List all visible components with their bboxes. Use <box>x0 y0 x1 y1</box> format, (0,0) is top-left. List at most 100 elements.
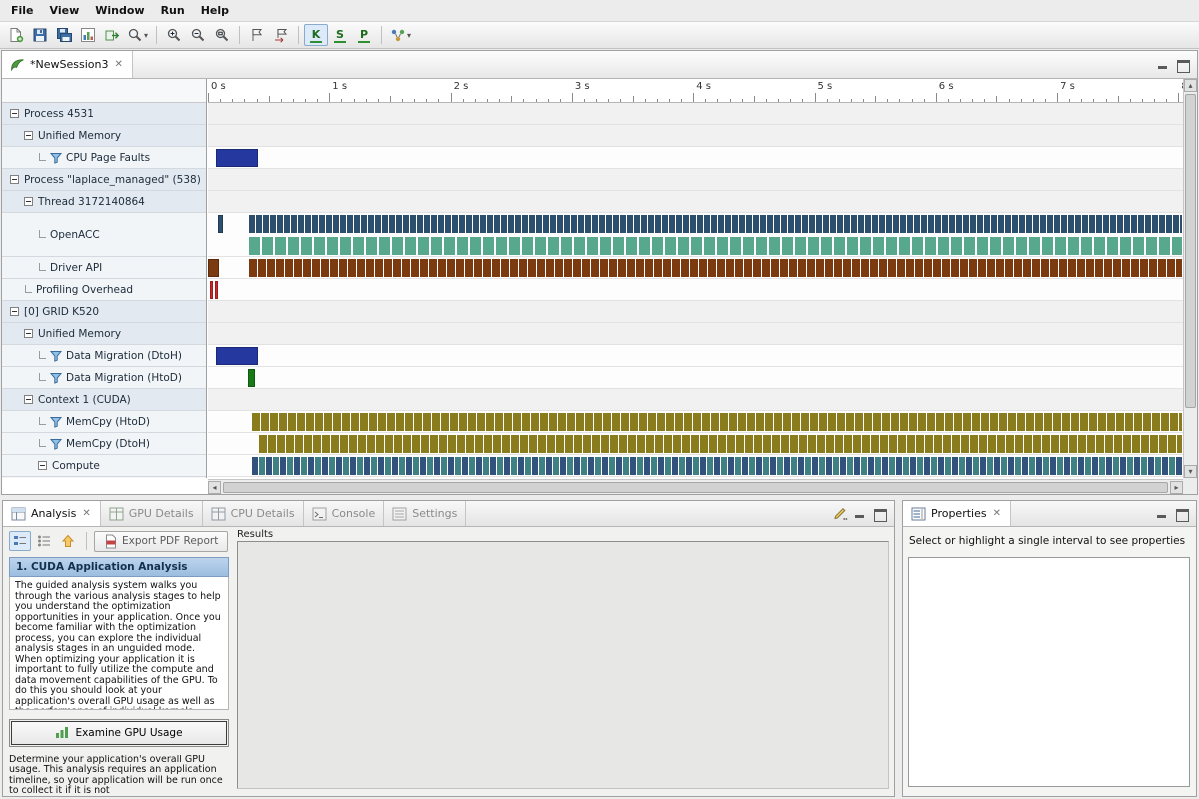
collapse-expander-icon[interactable] <box>24 395 33 404</box>
scroll-left-icon[interactable]: ◂ <box>208 481 221 494</box>
timeline-row-compute[interactable] <box>208 455 1183 477</box>
timeline-bar[interactable] <box>259 435 1182 453</box>
timeline-row-thread-3172140864[interactable] <box>208 191 1183 213</box>
timeline-row-process-laplace-managed-538[interactable] <box>208 169 1183 191</box>
timeline-row-label-unified-memory[interactable]: Unified Memory <box>2 125 206 147</box>
close-icon[interactable]: ✕ <box>81 508 91 519</box>
collapse-expander-icon[interactable] <box>24 329 33 338</box>
collapse-expander-icon[interactable] <box>24 131 33 140</box>
timeline-bar[interactable] <box>249 215 1182 233</box>
kernel-timeline-toggle-button[interactable]: K <box>304 24 328 46</box>
timeline-bar[interactable] <box>252 457 1182 475</box>
zoom-fit-button[interactable] <box>210 24 234 46</box>
horizontal-scroll-thumb[interactable] <box>223 482 1168 493</box>
collapse-expander-icon[interactable] <box>10 109 19 118</box>
filter-icon[interactable] <box>50 152 62 164</box>
collapse-expander-icon[interactable] <box>38 461 47 470</box>
timeline-row-label-thread-3172140864[interactable]: Thread 3172140864 <box>2 191 206 213</box>
tab-properties[interactable]: Properties ✕ <box>903 501 1011 526</box>
scroll-down-icon[interactable]: ▾ <box>1184 465 1197 478</box>
timeline-row-label-context-1-cuda[interactable]: Context 1 (CUDA) <box>2 389 206 411</box>
scroll-up-icon[interactable]: ▴ <box>1184 79 1197 92</box>
timeline-row-unified-memory[interactable] <box>208 125 1183 147</box>
maximize-button[interactable] <box>1174 507 1190 521</box>
export-pdf-button[interactable]: Export PDF Report <box>94 531 228 552</box>
tab-console[interactable]: Console <box>304 501 385 526</box>
vertical-scrollbar[interactable]: ▴ ▾ <box>1183 79 1197 478</box>
unguided-analysis-button[interactable] <box>33 531 55 551</box>
flag-back-button[interactable] <box>269 24 293 46</box>
collapse-expander-icon[interactable] <box>10 175 19 184</box>
timeline-row-label-openacc[interactable]: OpenACC <box>2 213 206 257</box>
timeline-bar[interactable] <box>252 413 1182 431</box>
timeline-ruler[interactable]: 0 s1 s2 s3 s4 s5 s6 s7 s8 <box>208 79 1183 103</box>
timeline-row-profiling-overhead[interactable] <box>208 279 1183 301</box>
chart-report-button[interactable] <box>76 24 100 46</box>
filter-icon[interactable] <box>50 416 62 428</box>
guided-analysis-button[interactable] <box>9 531 31 551</box>
maximize-button[interactable] <box>1175 58 1191 72</box>
menu-help[interactable]: Help <box>193 1 237 20</box>
maximize-button[interactable] <box>872 507 888 521</box>
timeline-row-label-cpu-page-faults[interactable]: CPU Page Faults <box>2 147 206 169</box>
export-green-button[interactable] <box>100 24 124 46</box>
scroll-right-icon[interactable]: ▸ <box>1170 481 1183 494</box>
tab-cpu-details[interactable]: CPU Details <box>203 501 304 526</box>
menu-view[interactable]: View <box>42 1 88 20</box>
timeline-row-memcpy-dtoh[interactable] <box>208 433 1183 455</box>
timeline-row-label-data-migration-dtoh[interactable]: Data Migration (DtoH) <box>2 345 206 367</box>
timeline-row-label-process-4531[interactable]: Process 4531 <box>2 103 206 125</box>
zoom-out-button[interactable] <box>186 24 210 46</box>
menu-window[interactable]: Window <box>87 1 152 20</box>
timeline-row-label-compute[interactable]: Compute <box>2 455 206 477</box>
tab-newsession3[interactable]: *NewSession3 ✕ <box>2 51 133 78</box>
filter-icon[interactable] <box>50 350 62 362</box>
timeline-bar[interactable] <box>249 259 1182 277</box>
view-menu-icon[interactable] <box>833 506 848 521</box>
timeline-row-label-process-laplace-managed-538[interactable]: Process "laplace_managed" (538) <box>2 169 206 191</box>
timeline-row-label-memcpy-dtoh[interactable]: MemCpy (DtoH) <box>2 433 206 455</box>
timeline-row-data-migration-dtoh[interactable] <box>208 345 1183 367</box>
timeline-row-label-unified-memory[interactable]: Unified Memory <box>2 323 206 345</box>
back-to-top-button[interactable] <box>57 531 79 551</box>
flag-f-button[interactable] <box>245 24 269 46</box>
search-button[interactable]: ▾ <box>124 24 151 46</box>
save-button[interactable] <box>28 24 52 46</box>
timeline-row-label-data-migration-htod[interactable]: Data Migration (HtoD) <box>2 367 206 389</box>
collapse-expander-icon[interactable] <box>24 197 33 206</box>
close-icon[interactable]: ✕ <box>113 59 123 70</box>
analysis-run-button[interactable]: ▾ <box>387 24 414 46</box>
timeline-bar[interactable] <box>248 369 255 387</box>
timeline-chart[interactable]: 0 s1 s2 s3 s4 s5 s6 s7 s8 <box>208 79 1183 478</box>
timeline-bar[interactable] <box>216 347 257 365</box>
examine-gpu-usage-button[interactable]: Examine GPU Usage <box>11 721 227 745</box>
timeline-bar[interactable] <box>215 281 217 299</box>
timeline-bar[interactable] <box>249 237 1182 255</box>
timeline-row-data-migration-htod[interactable] <box>208 367 1183 389</box>
tab-settings[interactable]: Settings <box>384 501 466 526</box>
timeline-row-label-profiling-overhead[interactable]: Profiling Overhead <box>2 279 206 301</box>
timeline-row-unified-memory[interactable] <box>208 323 1183 345</box>
filter-icon[interactable] <box>50 438 62 450</box>
timeline-bar[interactable] <box>210 281 213 299</box>
timeline-row-process-4531[interactable] <box>208 103 1183 125</box>
timeline-row-0-grid-k520[interactable] <box>208 301 1183 323</box>
tab-gpu-details[interactable]: GPU Details <box>101 501 203 526</box>
timeline-row-openacc[interactable] <box>208 213 1183 257</box>
minimize-button[interactable] <box>1154 507 1170 521</box>
stream-timeline-toggle-button[interactable]: S <box>328 24 352 46</box>
timeline-bar[interactable] <box>208 259 219 277</box>
timeline-row-driver-api[interactable] <box>208 257 1183 279</box>
menu-file[interactable]: File <box>3 1 42 20</box>
timeline-row-context-1-cuda[interactable] <box>208 389 1183 411</box>
timeline-bar[interactable] <box>216 149 257 167</box>
timeline-row-label-0-grid-k520[interactable]: [0] GRID K520 <box>2 301 206 323</box>
timeline-row-label-memcpy-htod[interactable]: MemCpy (HtoD) <box>2 411 206 433</box>
minimize-button[interactable] <box>852 507 868 521</box>
tab-analysis[interactable]: Analysis✕ <box>3 501 101 526</box>
collapse-expander-icon[interactable] <box>10 307 19 316</box>
filter-icon[interactable] <box>50 372 62 384</box>
close-icon[interactable]: ✕ <box>992 508 1002 519</box>
vertical-scroll-thumb[interactable] <box>1185 94 1196 408</box>
menu-run[interactable]: Run <box>153 1 193 20</box>
